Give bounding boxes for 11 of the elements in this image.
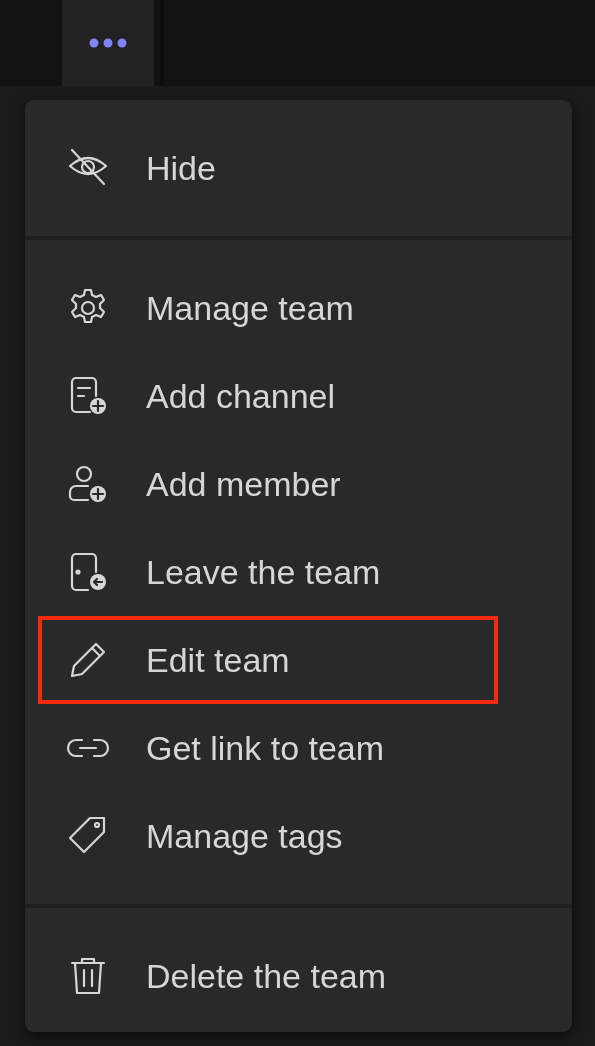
menu-item[interactable]: Add channel <box>38 352 498 440</box>
menu-item[interactable]: Manage tags <box>38 792 498 880</box>
menu-item[interactable]: Delete the team <box>38 932 498 1020</box>
menu-item[interactable]: Edit team <box>38 616 498 704</box>
menu-item[interactable]: Manage team <box>38 264 498 352</box>
menu-item[interactable]: Leave the team <box>38 528 498 616</box>
menu-item[interactable]: Get link to team <box>38 704 498 792</box>
more-button[interactable] <box>62 0 154 86</box>
more-icon <box>89 38 127 48</box>
menu-item[interactable]: Add member <box>38 440 498 528</box>
menu-item[interactable]: Hide <box>38 124 498 212</box>
